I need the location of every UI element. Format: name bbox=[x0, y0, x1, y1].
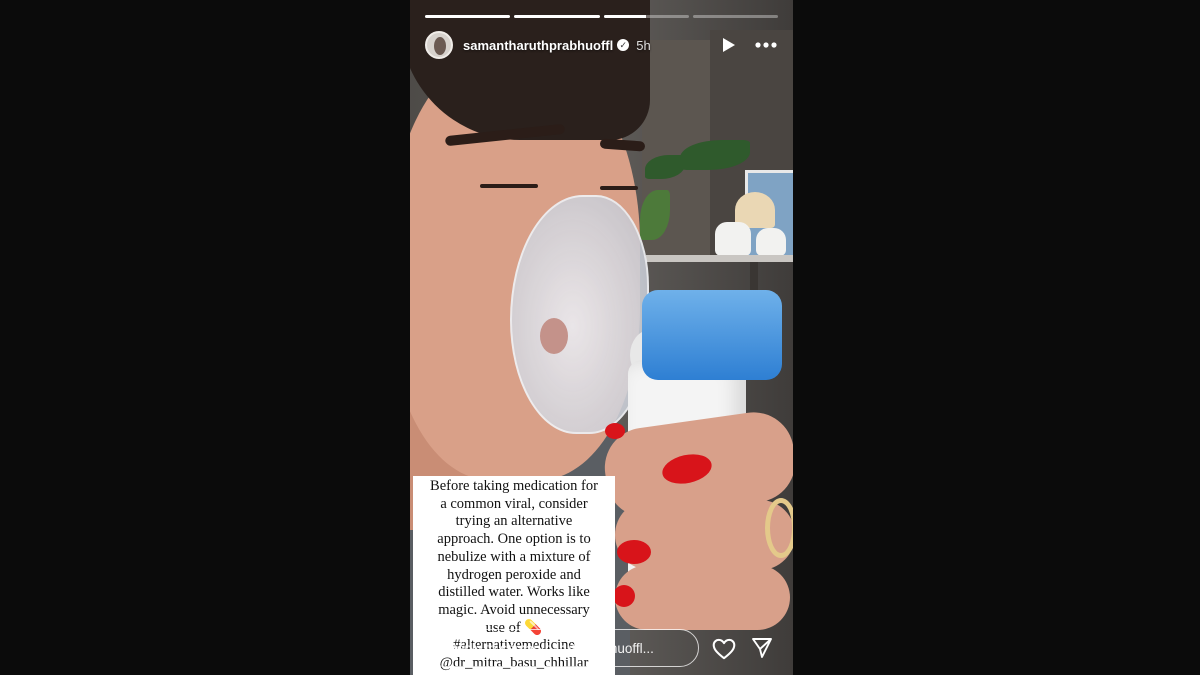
caption-line: a common viral, consider bbox=[440, 495, 588, 512]
progress-fill bbox=[514, 15, 600, 18]
story-progress bbox=[425, 15, 778, 18]
reply-bar[interactable] bbox=[426, 629, 699, 667]
send-icon bbox=[752, 638, 772, 658]
progress-fill bbox=[603, 15, 647, 18]
caption-line: magic. Avoid unnecessary bbox=[438, 601, 590, 618]
progress-segment bbox=[514, 15, 600, 18]
caption-line: nebulize with a mixture of bbox=[437, 548, 591, 565]
heart-icon bbox=[712, 638, 736, 660]
vase bbox=[756, 228, 786, 256]
nebulizer-cap bbox=[642, 290, 782, 380]
reply-input[interactable] bbox=[445, 639, 689, 657]
progress-segment bbox=[425, 15, 511, 18]
vase bbox=[715, 222, 751, 256]
red-nail bbox=[617, 540, 651, 564]
play-button[interactable] bbox=[718, 34, 740, 56]
like-button[interactable] bbox=[711, 636, 737, 662]
username[interactable]: samantharuthprabhuoffl bbox=[463, 38, 613, 53]
caption-line: Before taking medication for bbox=[430, 478, 598, 494]
progress-segment bbox=[603, 15, 689, 18]
verified-icon: ✓ bbox=[617, 39, 630, 51]
red-nail bbox=[605, 423, 625, 439]
caption-line: hydrogen peroxide and bbox=[447, 566, 581, 583]
mask-opening bbox=[540, 318, 568, 354]
closed-eye bbox=[480, 184, 538, 188]
progress-segment bbox=[692, 15, 778, 18]
post-time: 5h bbox=[636, 37, 651, 53]
ring bbox=[765, 498, 793, 558]
progress-fill bbox=[425, 15, 511, 18]
story-header: samantharuthprabhuoffl ✓ 5h bbox=[425, 29, 778, 61]
hand bbox=[615, 565, 790, 630]
story-viewer: samantharuthprabhuoffl ✓ 5h Before takin… bbox=[410, 0, 793, 675]
shelf bbox=[646, 255, 793, 262]
caption-line: distilled water. Works like bbox=[438, 584, 590, 601]
more-options-button[interactable] bbox=[754, 34, 778, 56]
caption-line: trying an alternative bbox=[455, 513, 573, 530]
avatar[interactable] bbox=[425, 31, 453, 59]
caption-line: approach. One option is to bbox=[437, 531, 591, 548]
share-button[interactable] bbox=[750, 636, 776, 662]
red-nail bbox=[613, 585, 635, 607]
play-icon bbox=[723, 38, 735, 52]
closed-eye bbox=[600, 186, 638, 190]
more-icon bbox=[755, 42, 777, 48]
